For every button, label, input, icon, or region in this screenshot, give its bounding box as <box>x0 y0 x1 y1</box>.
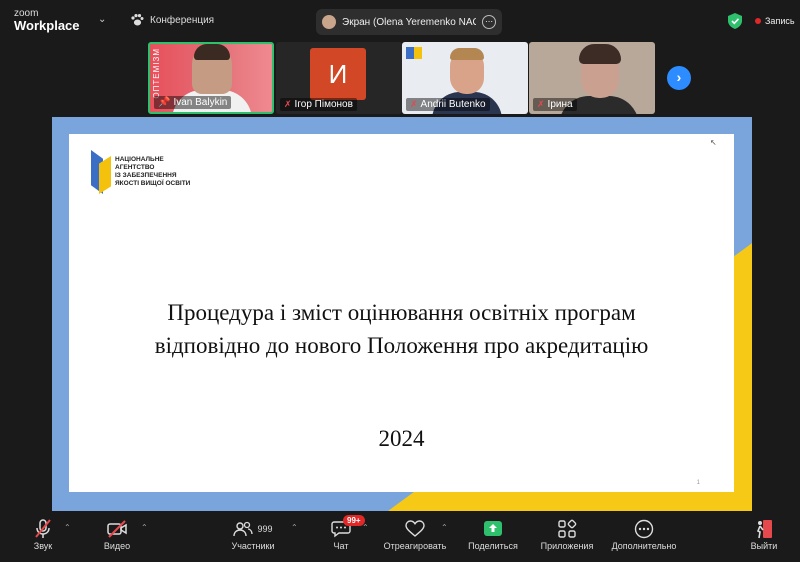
apps-label: Приложения <box>540 541 594 551</box>
screen-share-label: Экран (Olena Yeremenko NAQA) <box>342 16 476 28</box>
shared-screen: НАЦІОНАЛЬНЕ АГЕНТСТВО ІЗ ЗАБЕЗПЕЧЕННЯ ЯК… <box>52 117 752 511</box>
chat-unread-badge: 99+ <box>343 515 365 526</box>
slide-title-line2: відповідно до нового Положення про акред… <box>154 333 649 358</box>
participant-name-tag: ✗ Andrii Butenko <box>406 98 490 111</box>
participant-name: Andrii Butenko <box>420 99 486 110</box>
video-button[interactable]: Видео <box>97 517 137 551</box>
logo-text-line: ІЗ ЗАБЕЗПЕЧЕННЯ <box>115 172 177 179</box>
participant-tile-3[interactable]: ✗ Andrii Butenko <box>402 42 528 114</box>
slide-content: НАЦІОНАЛЬНЕ АГЕНТСТВО ІЗ ЗАБЕЗПЕЧЕННЯ ЯК… <box>69 134 734 492</box>
background-text: ОПТЕМІЗМ <box>152 48 161 99</box>
participants-options-chevron-icon[interactable]: ⌃ <box>291 523 298 532</box>
participants-label: Участники <box>231 541 275 551</box>
agency-logo: НАЦІОНАЛЬНЕ АГЕНТСТВО ІЗ ЗАБЕЗПЕЧЕННЯ ЯК… <box>91 150 190 194</box>
slide-year: 2024 <box>378 426 425 451</box>
cursor-icon: ↖ <box>710 138 717 147</box>
leave-button[interactable]: Выйти <box>746 517 782 551</box>
chevron-down-icon[interactable]: ⌄ <box>98 14 106 25</box>
logo-text-line: НАЦІОНАЛЬНЕ <box>115 156 164 163</box>
participant-hair <box>450 48 484 60</box>
react-button[interactable]: Отреагировать <box>380 517 450 551</box>
avatar: И <box>310 48 366 100</box>
participant-hair <box>194 44 230 60</box>
share-button[interactable]: Поделиться <box>464 517 522 551</box>
next-page-button[interactable]: › <box>667 66 691 90</box>
leave-label: Выйти <box>750 541 778 551</box>
react-options-chevron-icon[interactable]: ⌃ <box>441 523 448 532</box>
more-options-icon[interactable]: ⋯ <box>482 15 496 29</box>
agency-logo-mark <box>91 150 111 194</box>
apps-button[interactable]: Приложения <box>535 517 599 551</box>
share-screen-icon <box>484 521 502 536</box>
paw-icon <box>131 14 144 26</box>
leave-door-icon <box>756 520 772 539</box>
mic-muted-icon: ✗ <box>410 99 418 109</box>
audio-label: Звук <box>33 541 53 551</box>
shield-icon[interactable] <box>728 13 742 29</box>
presenter-avatar <box>322 15 336 29</box>
recording-indicator[interactable]: Запись <box>755 16 795 26</box>
more-button[interactable]: Дополнительно <box>605 517 683 551</box>
more-icon <box>634 519 654 539</box>
logo-text-line: ЯКОСТІ ВИЩОЇ ОСВІТИ <box>115 180 191 187</box>
participant-tile-4[interactable]: ✗ Ірина <box>529 42 655 114</box>
record-dot-icon <box>755 18 761 24</box>
video-options-chevron-icon[interactable]: ⌃ <box>141 523 148 532</box>
logo-text-line: АГЕНТСТВО <box>115 164 155 171</box>
screen-share-pill[interactable]: Экран (Olena Yeremenko NAQA) ⋯ <box>316 9 502 35</box>
participant-tile-2[interactable]: И ✗ Ігор Пімонов <box>276 42 402 114</box>
zoom-logo[interactable]: zoom Workplace <box>14 8 80 32</box>
slide-title: Процедура і зміст оцінювання освітніх пр… <box>69 296 734 362</box>
participant-name-tag: ✗ Ірина <box>533 98 577 111</box>
participants-icon <box>233 521 254 537</box>
chat-label: Чат <box>333 541 349 551</box>
participant-hair <box>579 44 621 64</box>
mic-muted-icon: ✗ <box>284 99 292 109</box>
participant-name-tag: 📌 Ivan Balykin <box>154 96 232 109</box>
video-label: Видео <box>103 541 131 551</box>
more-label: Дополнительно <box>611 541 677 551</box>
logo-line2: Workplace <box>14 18 80 33</box>
participant-name: Ірина <box>547 99 573 110</box>
top-bar: zoom Workplace ⌄ Конференция Экран (Olen… <box>0 0 800 44</box>
participant-name-tag: ✗ Ігор Пімонов <box>280 98 357 111</box>
record-label: Запись <box>765 16 795 26</box>
participant-tile-1[interactable]: ОПТЕМІЗМ 📌 Ivan Balykin <box>148 42 274 114</box>
video-off-icon <box>107 520 127 538</box>
audio-button[interactable]: Звук <box>24 517 62 551</box>
agency-logo-text: НАЦІОНАЛЬНЕ АГЕНТСТВО ІЗ ЗАБЕЗПЕЧЕННЯ ЯК… <box>115 150 190 188</box>
audio-options-chevron-icon[interactable]: ⌃ <box>64 523 71 532</box>
conference-label: Конференция <box>150 14 215 26</box>
slide-page-number: 1 <box>696 480 700 486</box>
participants-count: 999 <box>257 524 273 534</box>
participants-button[interactable]: 999 Участники <box>222 517 284 551</box>
apps-icon <box>558 519 577 538</box>
mic-muted-icon <box>35 519 51 538</box>
participant-name: Ivan Balykin <box>173 97 228 108</box>
participant-name: Ігор Пімонов <box>294 99 353 110</box>
heart-icon <box>405 520 425 537</box>
conference-info-button[interactable]: Конференция <box>130 13 214 27</box>
mic-muted-icon: ✗ <box>537 99 545 109</box>
pin-icon: 📌 <box>158 97 171 108</box>
react-label: Отреагировать <box>383 541 447 551</box>
meeting-toolbar: Звук ⌃ Видео ⌃ 999 Участники ⌃ Чат ⌃ Отр… <box>0 513 800 562</box>
slide-title-line1: Процедура і зміст оцінювання освітніх пр… <box>167 300 636 325</box>
share-label: Поделиться <box>468 541 518 551</box>
agency-logo-icon <box>406 47 422 59</box>
